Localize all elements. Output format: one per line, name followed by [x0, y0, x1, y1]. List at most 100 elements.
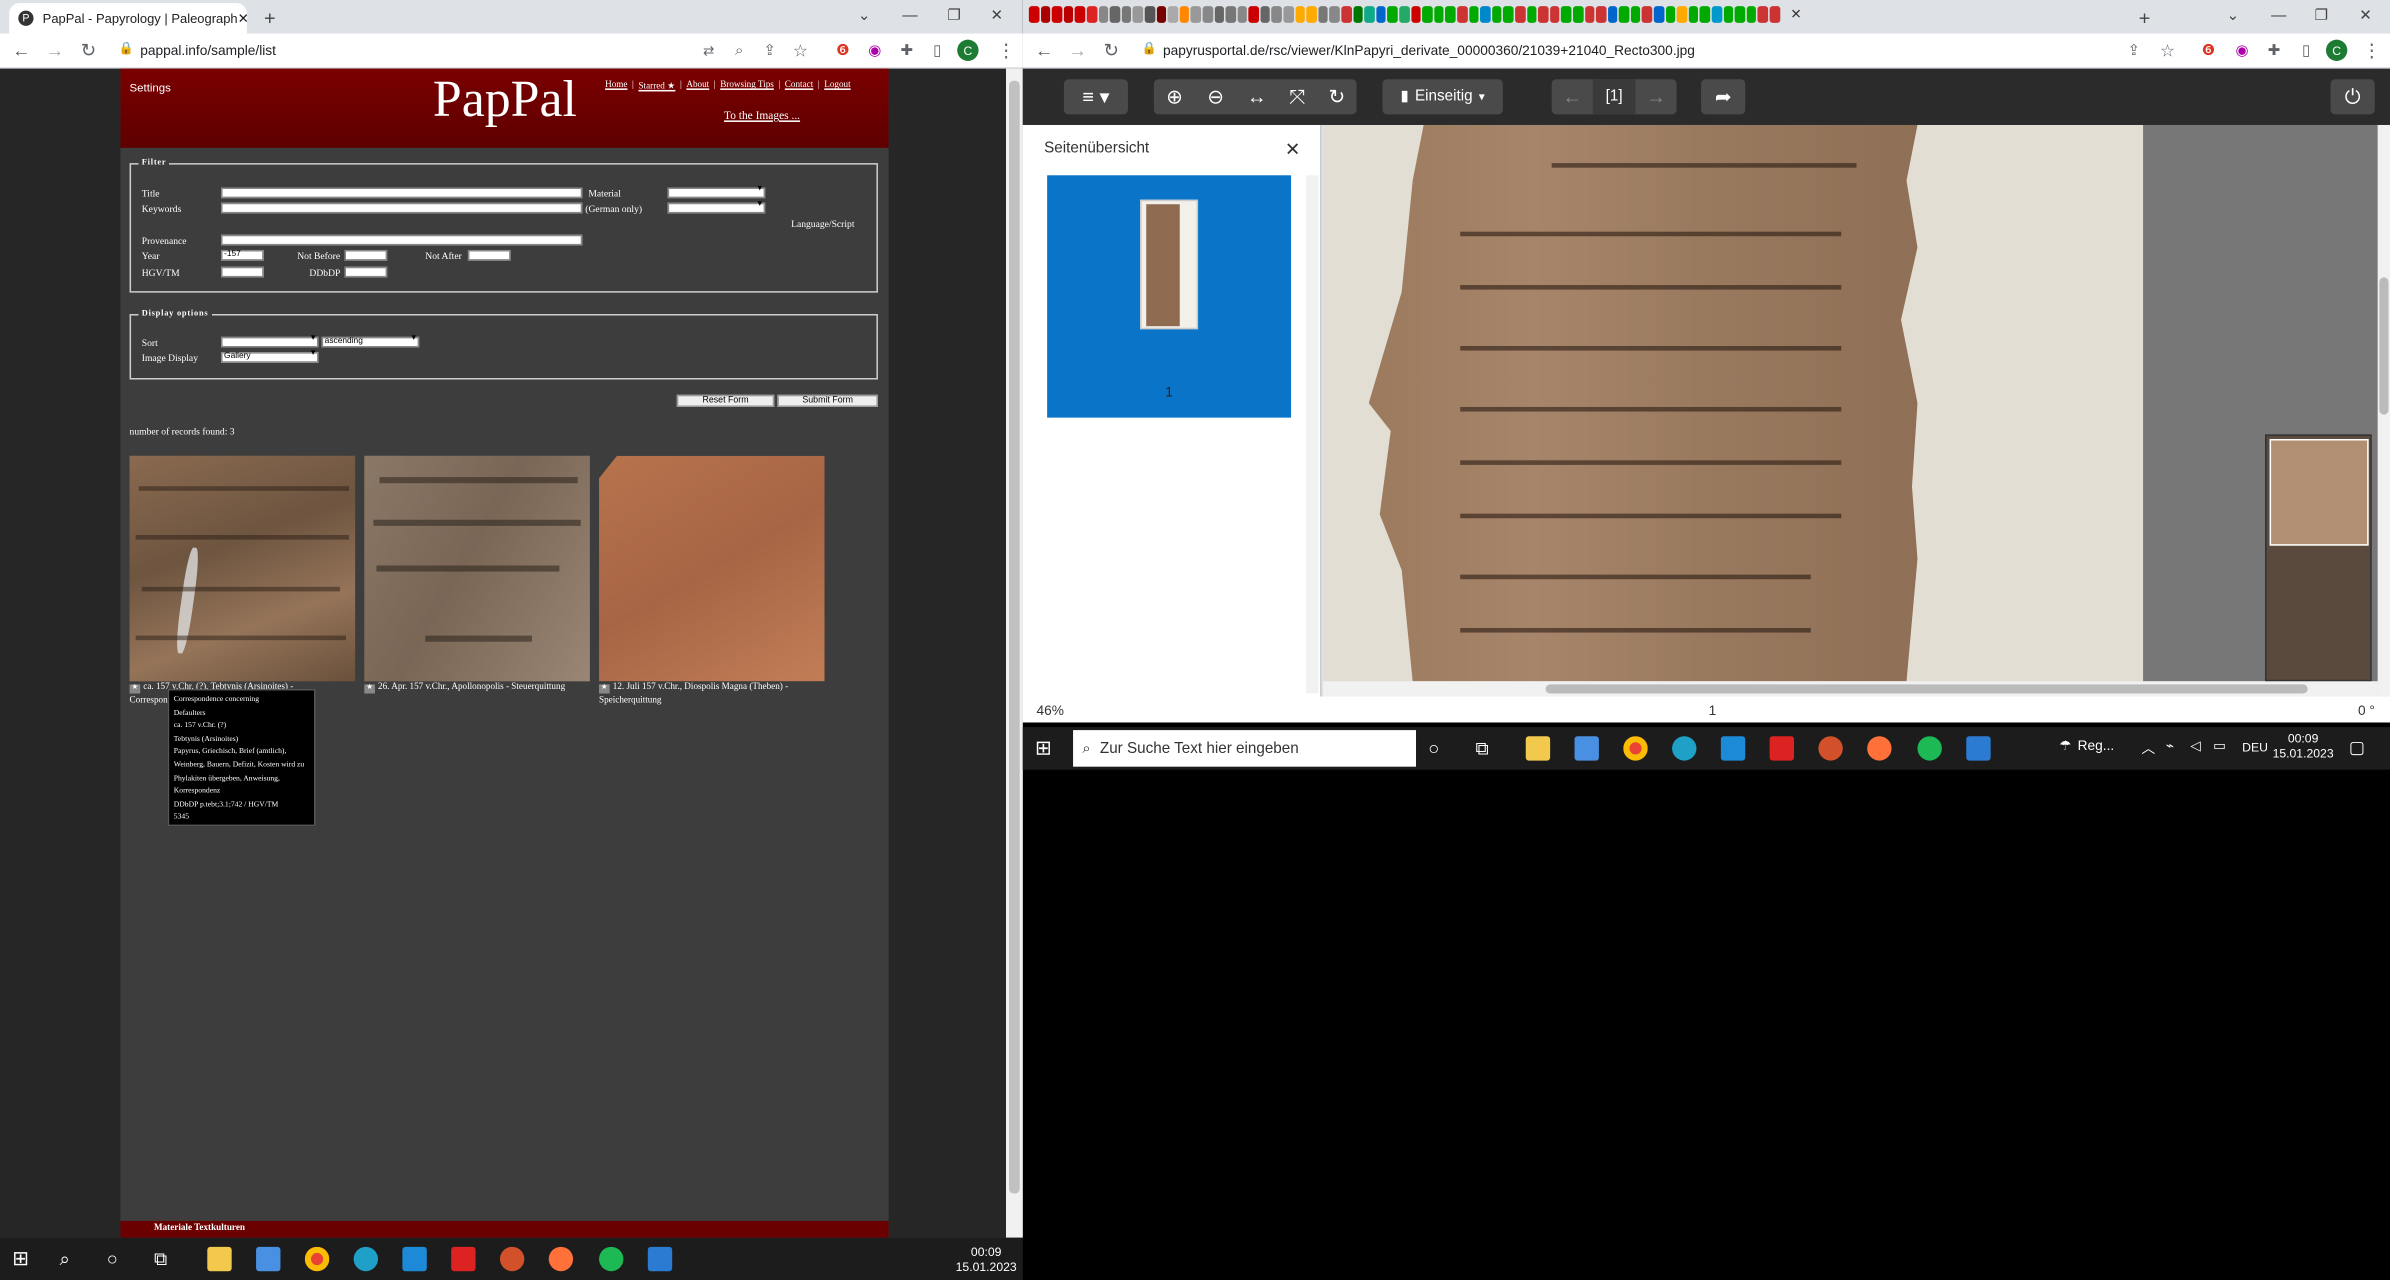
reload-icon[interactable]: ↻ — [76, 38, 100, 62]
pinned-tab-favicon-icon[interactable] — [1677, 6, 1688, 23]
result-thumbnail-1[interactable] — [129, 455, 356, 682]
pinned-tab-favicon-icon[interactable] — [1237, 6, 1248, 23]
nav-starred[interactable]: Starred ★ — [638, 81, 675, 91]
pinned-tab-favicon-icon[interactable] — [1121, 6, 1132, 23]
pinned-tab-favicon-icon[interactable] — [1653, 6, 1664, 23]
extension-purple-icon[interactable]: ◉ — [2230, 38, 2254, 62]
year-input[interactable]: -157 — [221, 249, 264, 261]
pinned-tab-favicon-icon[interactable] — [1607, 6, 1618, 23]
page-thumbnail-card[interactable]: 1 — [1047, 175, 1292, 418]
forward-icon[interactable]: → — [1065, 38, 1089, 62]
profile-avatar[interactable]: C — [2325, 39, 2348, 61]
menu-kebab-icon[interactable]: ⋮ — [994, 38, 1018, 62]
pinned-tab-favicon-icon[interactable] — [1445, 6, 1456, 23]
store-icon[interactable] — [1574, 736, 1599, 761]
panel-scrollbar[interactable] — [1306, 175, 1319, 694]
minimap-viewport-box[interactable] — [2269, 438, 2369, 546]
pinned-tab-favicon-icon[interactable] — [1318, 6, 1329, 23]
pinned-tab-favicon-icon[interactable] — [1364, 6, 1375, 23]
close-tab-icon[interactable]: ✕ — [238, 10, 247, 27]
pinned-tab-favicon-icon[interactable] — [1376, 6, 1387, 23]
share-icon[interactable]: ⇪ — [2122, 38, 2146, 62]
pinned-tab-favicon-icon[interactable] — [1642, 6, 1653, 23]
provenance-input[interactable] — [221, 234, 583, 246]
pinned-tab-favicon-icon[interactable] — [1028, 6, 1039, 23]
firefox-icon[interactable] — [1867, 736, 1892, 761]
forward-icon[interactable]: → — [43, 38, 67, 62]
pinned-tab-favicon-icon[interactable] — [1052, 6, 1063, 23]
fit-screen-icon[interactable]: ⤧ — [1277, 79, 1317, 114]
restore-icon[interactable]: ❐ — [940, 3, 967, 27]
search-icon[interactable]: ⌕ — [59, 1247, 83, 1271]
cortana-icon[interactable]: ○ — [107, 1247, 131, 1271]
network-icon[interactable]: ⌁ — [2166, 738, 2174, 755]
extensions-puzzle-icon[interactable]: ✚ — [2262, 38, 2286, 62]
pinned-tab-favicon-icon[interactable] — [1480, 6, 1491, 23]
firefox-icon[interactable] — [548, 1246, 574, 1272]
to-images-link[interactable]: To the Images ... — [724, 108, 800, 122]
navigator-minimap[interactable] — [2265, 434, 2372, 682]
pinned-tab-favicon-icon[interactable] — [1700, 6, 1711, 23]
left-page-scrollbar[interactable] — [1005, 68, 1023, 1238]
result-thumbnail-2[interactable] — [364, 455, 590, 682]
pinned-tab-favicon-icon[interactable] — [1399, 6, 1410, 23]
pinned-tab-favicon-icon[interactable] — [1225, 6, 1236, 23]
scrollbar-thumb[interactable] — [1545, 684, 2308, 694]
pinned-tab-favicon-icon[interactable] — [1526, 6, 1537, 23]
page-indicator[interactable]: [1] — [1592, 79, 1636, 115]
pinned-tab-favicon-icon[interactable] — [1075, 6, 1086, 23]
pinned-tab-favicon-icon[interactable] — [1596, 6, 1607, 23]
rotate-icon[interactable]: ↻ — [1317, 79, 1357, 114]
file-explorer-icon[interactable] — [1525, 736, 1551, 761]
material-select[interactable] — [667, 186, 766, 199]
bookmark-star-icon[interactable]: ☆ — [788, 38, 812, 62]
windows-start-icon[interactable]: ⊞ — [1035, 736, 1059, 760]
result-caption-3[interactable]: ★ 12. Juli 157 v.Chr., Diospolis Magna (T… — [599, 681, 831, 708]
close-panel-icon[interactable]: ✕ — [1285, 139, 1300, 160]
previous-page-icon[interactable]: ← — [1552, 79, 1593, 114]
language-select[interactable] — [667, 201, 766, 214]
photos-icon[interactable] — [1966, 736, 1991, 761]
weather-widget[interactable]: ☂ Reg... — [2059, 738, 2114, 755]
mail-icon[interactable] — [402, 1246, 427, 1272]
tab-search-icon[interactable]: ⌄ — [2219, 3, 2246, 27]
pinned-tab-favicon-icon[interactable] — [1179, 6, 1190, 23]
pinned-tab-favicon-icon[interactable] — [1214, 6, 1225, 23]
star-icon[interactable]: ★ — [364, 684, 375, 694]
volume-icon[interactable]: ◁ — [2190, 738, 2201, 755]
next-page-icon[interactable]: → — [1635, 79, 1676, 114]
scrollbar-thumb[interactable] — [2379, 277, 2389, 415]
taskbar-search-box[interactable]: ⌕ Zur Suche Text hier eingeben — [1073, 730, 1417, 767]
zoom-in-icon[interactable]: ⊕ — [1154, 79, 1195, 114]
pinned-tab-favicon-icon[interactable] — [1561, 6, 1572, 23]
notification-icon[interactable]: ▢ — [2349, 736, 2373, 760]
nav-contact[interactable]: Contact — [785, 81, 813, 92]
edge-icon[interactable] — [1672, 736, 1697, 761]
reload-icon[interactable]: ↻ — [1099, 38, 1123, 62]
result-caption-2[interactable]: ★ 26. Apr. 157 v.Chr., Apollonopolis - St… — [364, 681, 596, 695]
pinned-tab-favicon-icon[interactable] — [1248, 6, 1259, 23]
new-tab-button[interactable]: + — [2132, 5, 2156, 29]
pinned-tab-favicon-icon[interactable] — [1549, 6, 1560, 23]
cortana-icon[interactable]: ○ — [1428, 736, 1452, 760]
pinned-tab-favicon-icon[interactable] — [1758, 6, 1769, 23]
pinned-tab-favicon-icon[interactable] — [1144, 6, 1155, 23]
pinned-tab-favicon-icon[interactable] — [1190, 6, 1201, 23]
pinned-tab-favicon-icon[interactable] — [1433, 6, 1445, 23]
task-view-icon[interactable]: ⧉ — [1475, 736, 1499, 760]
scrollbar-thumb[interactable] — [1009, 80, 1020, 1194]
viewer-menu-button[interactable]: ≡ ▾ — [1063, 79, 1128, 115]
pinned-tab-favicon-icon[interactable] — [1063, 6, 1074, 23]
new-tab-button[interactable]: + — [258, 5, 282, 29]
pinned-tab-favicon-icon[interactable] — [1156, 6, 1167, 23]
not-after-input[interactable] — [467, 249, 511, 261]
result-thumbnail-3[interactable] — [599, 455, 825, 682]
pinned-tab-favicon-icon[interactable] — [1422, 6, 1433, 23]
store-icon[interactable] — [256, 1246, 281, 1272]
pinned-tab-favicon-icon[interactable] — [1514, 6, 1526, 23]
image-viewport[interactable] — [1323, 124, 2378, 682]
close-window-icon[interactable]: ✕ — [2352, 3, 2379, 27]
pinned-tab-favicon-icon[interactable] — [1329, 6, 1340, 23]
back-icon[interactable]: ← — [9, 38, 33, 62]
profile-avatar[interactable]: C — [957, 39, 979, 61]
